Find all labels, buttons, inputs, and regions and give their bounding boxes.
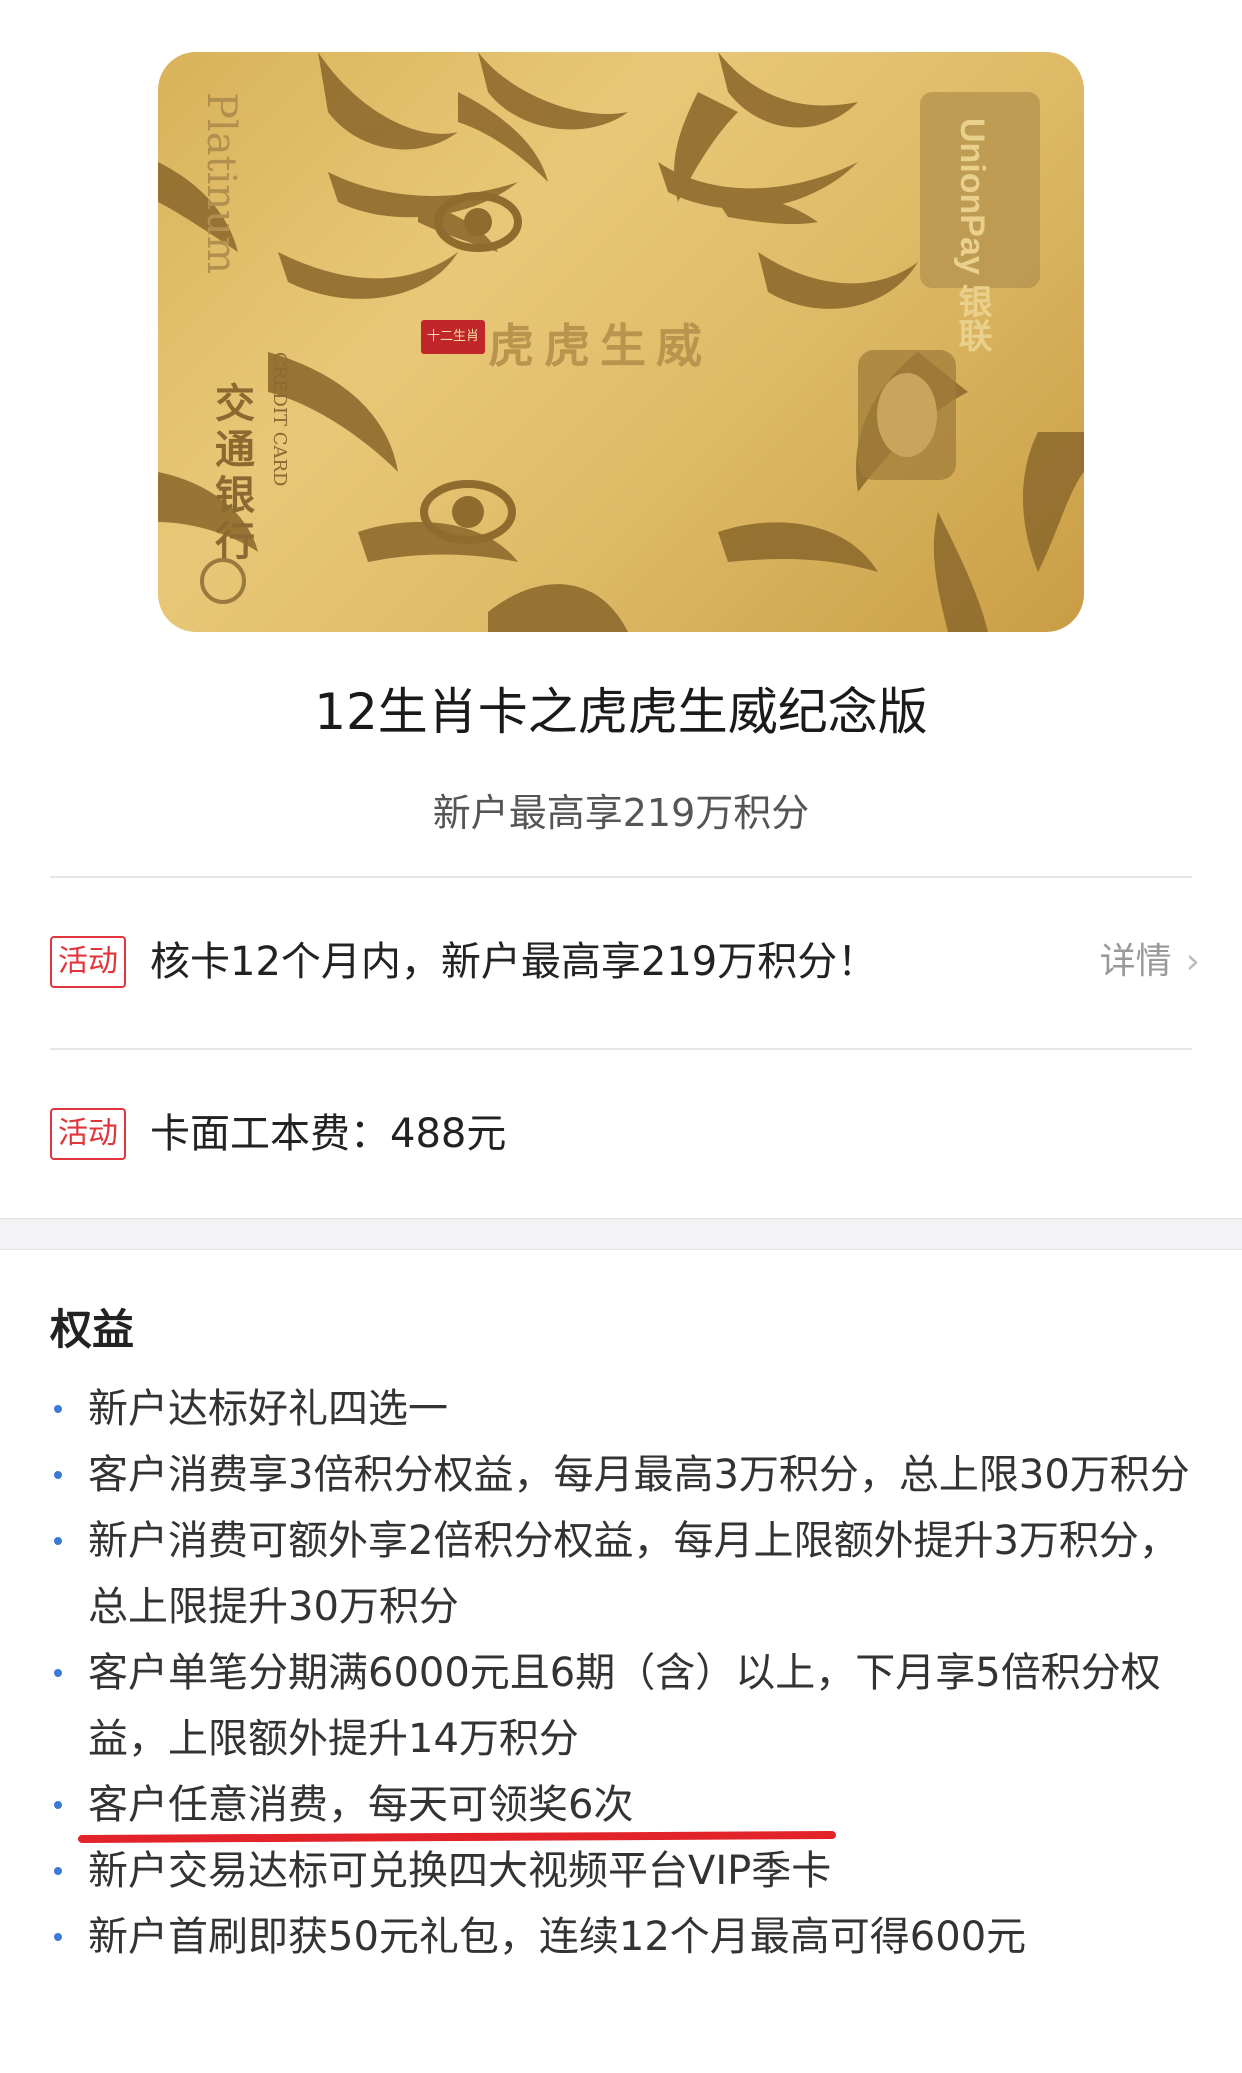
product-title: 12生肖卡之虎虎生威纪念版 bbox=[314, 683, 928, 741]
card-seal: 十二生肖 bbox=[421, 320, 485, 354]
unionpay-text: UnionPay 银联 bbox=[953, 118, 991, 353]
card-bank-name: 交通银行 bbox=[208, 382, 255, 566]
bullet-icon bbox=[54, 1669, 62, 1677]
activity-row-points[interactable]: 活动 核卡12个月内，新户最高享219万积分！ 详情 › bbox=[50, 934, 1200, 994]
product-subtitle: 新户最高享219万积分 bbox=[432, 791, 810, 835]
bullet-icon bbox=[54, 1405, 62, 1413]
card-platinum-text: Platinum bbox=[198, 92, 244, 274]
divider bbox=[50, 876, 1192, 878]
list-item: 新户交易达标可兑换四大视频平台VIP季卡 bbox=[50, 1838, 1200, 1904]
list-item: 新户达标好礼四选一 bbox=[50, 1376, 1200, 1442]
benefits-title: 权益 bbox=[50, 1305, 135, 1354]
activity-text: 卡面工本费：488元 bbox=[150, 1111, 507, 1157]
list-item: 客户单笔分期满6000元且6期（含）以上，下月享5倍积分权益，上限额外提升14万… bbox=[50, 1640, 1200, 1772]
activity-row-fee: 活动 卡面工本费：488元 bbox=[50, 1106, 1200, 1166]
list-item: 新户消费可额外享2倍积分权益，每月上限额外提升3万积分，总上限提升30万积分 bbox=[50, 1508, 1200, 1640]
bullet-icon bbox=[54, 1933, 62, 1941]
card-motto: 虎虎生威 bbox=[488, 319, 712, 373]
bullet-icon bbox=[54, 1537, 62, 1545]
list-item: 客户消费享3倍积分权益，每月最高3万积分，总上限30万积分 bbox=[50, 1442, 1200, 1508]
details-link[interactable]: 详情 › bbox=[1100, 934, 1200, 990]
divider bbox=[50, 1048, 1192, 1050]
bullet-icon bbox=[54, 1801, 62, 1809]
bullet-icon bbox=[54, 1471, 62, 1479]
bullet-icon bbox=[54, 1867, 62, 1875]
activity-text: 核卡12个月内，新户最高享219万积分！ bbox=[150, 939, 878, 985]
chevron-right-icon: › bbox=[1185, 941, 1200, 982]
card-image: UnionPay 银联 Platinum 交通银行 CREDIT CARD 十二… bbox=[158, 52, 1084, 632]
card-credit-label: CREDIT CARD bbox=[269, 352, 290, 487]
details-label: 详情 bbox=[1099, 941, 1172, 982]
bank-logo-icon bbox=[200, 558, 246, 604]
list-item: 新户首刷即获50元礼包，连续12个月最高可得600元 bbox=[50, 1904, 1200, 1970]
activity-tag: 活动 bbox=[50, 936, 126, 988]
list-item: 客户任意消费，每天可领奖6次 bbox=[50, 1772, 1200, 1838]
section-gap bbox=[0, 1218, 1242, 1250]
activity-tag: 活动 bbox=[50, 1108, 126, 1160]
benefits-list: 新户达标好礼四选一 客户消费享3倍积分权益，每月最高3万积分，总上限30万积分 … bbox=[50, 1376, 1200, 1970]
